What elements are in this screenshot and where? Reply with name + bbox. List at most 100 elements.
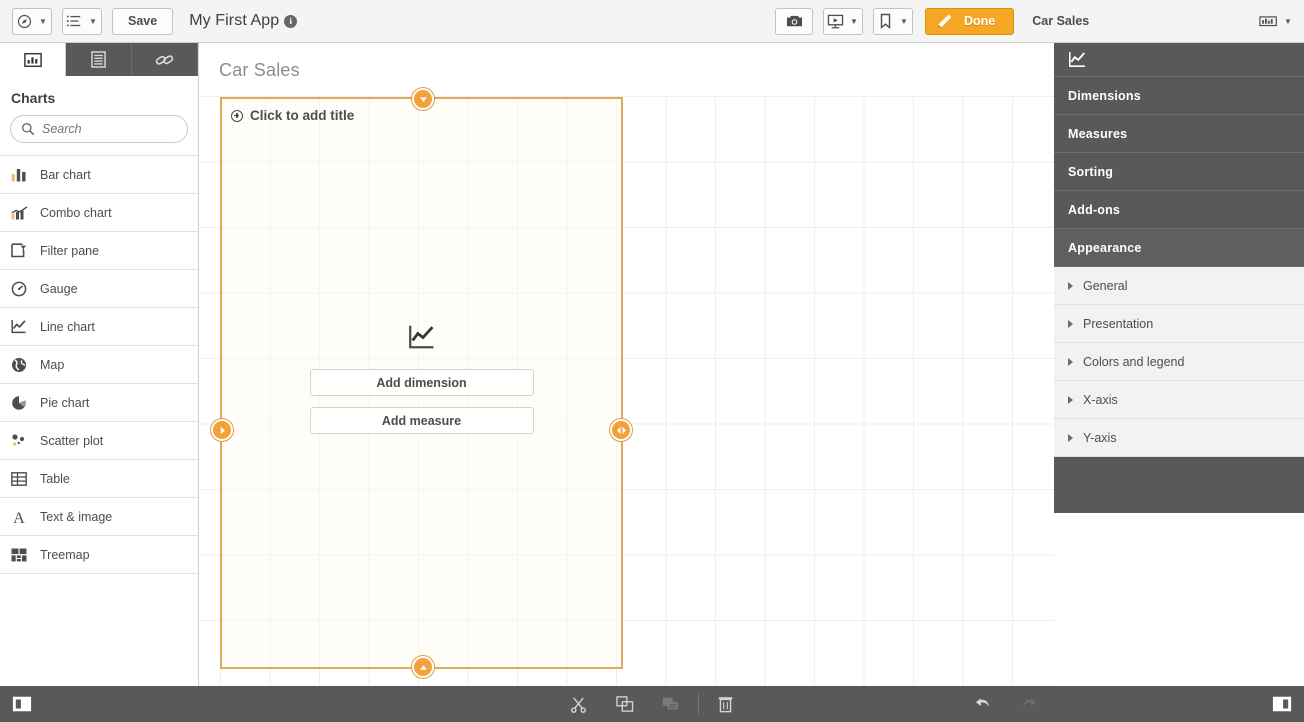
- appearance-item-presentation[interactable]: Presentation: [1054, 305, 1304, 343]
- properties-section-measures[interactable]: Measures: [1054, 115, 1304, 153]
- section-label: Add-ons: [1068, 202, 1121, 217]
- chart-item-map[interactable]: Map: [0, 346, 198, 384]
- chevron-down-icon: ▼: [900, 16, 908, 26]
- line-chart-icon: [408, 324, 436, 350]
- resize-handle-bottom[interactable]: [412, 656, 434, 678]
- app-name: My First App i: [189, 12, 298, 30]
- chart-item-combo-chart[interactable]: Combo chart: [0, 194, 198, 232]
- chart-item-scatter-plot[interactable]: Scatter plot: [0, 422, 198, 460]
- undo-icon[interactable]: [960, 686, 1006, 722]
- chart-item-line-chart[interactable]: Line chart: [0, 308, 198, 346]
- bar-chart-icon: [11, 168, 37, 182]
- section-label: Measures: [1068, 126, 1128, 141]
- chart-item-label: Line chart: [40, 319, 95, 334]
- pencil-icon: [926, 13, 962, 29]
- section-label: Dimensions: [1068, 88, 1141, 103]
- search-box[interactable]: [10, 115, 188, 143]
- resize-handle-top[interactable]: [412, 88, 434, 110]
- resize-handle-right[interactable]: [610, 419, 632, 441]
- appearance-item-label: Presentation: [1083, 316, 1154, 331]
- chart-item-label: Scatter plot: [40, 433, 104, 448]
- properties-panel: Dimensions Measures Sorting Add-ons Appe…: [1054, 43, 1304, 686]
- properties-section-appearance[interactable]: Appearance: [1054, 229, 1304, 267]
- trash-icon[interactable]: [703, 686, 749, 722]
- chevron-down-icon: ▼: [1284, 16, 1292, 26]
- left-panel-toggle-icon[interactable]: [0, 686, 44, 722]
- chart-item-label: Map: [40, 357, 65, 372]
- map-icon: [11, 357, 37, 373]
- appearance-item-x-axis[interactable]: X-axis: [1054, 381, 1304, 419]
- line-chart-icon: [1068, 51, 1087, 68]
- appearance-item-y-axis[interactable]: Y-axis: [1054, 419, 1304, 457]
- chart-item-label: Treemap: [40, 547, 90, 562]
- object-placeholder-body: Add dimension Add measure: [222, 99, 621, 667]
- chart-item-gauge[interactable]: Gauge: [0, 270, 198, 308]
- copy-icon[interactable]: [602, 686, 648, 722]
- camera-icon: [783, 9, 805, 34]
- selections-button[interactable]: ▼: [1258, 9, 1296, 34]
- table-icon: [11, 471, 37, 486]
- snapshot-button[interactable]: [775, 7, 813, 35]
- chart-item-filter-pane[interactable]: Filter pane: [0, 232, 198, 270]
- search-input[interactable]: [42, 122, 172, 136]
- chart-item-label: Table: [40, 471, 70, 486]
- chart-item-text-image[interactable]: A Text & image: [0, 498, 198, 536]
- bookmark-button[interactable]: ▼: [873, 7, 913, 35]
- assets-tabs: [0, 43, 198, 76]
- selections-icon: [1258, 9, 1280, 34]
- master-items-tab[interactable]: [132, 43, 198, 76]
- fields-tab[interactable]: [66, 43, 132, 76]
- cut-icon[interactable]: [556, 686, 602, 722]
- qlik-sense-edit-window: ▼ ▼ Save My First App i ▼ ▼ Done Car Sal…: [0, 0, 1304, 722]
- appearance-item-label: General: [1083, 278, 1128, 293]
- appearance-item-general[interactable]: General: [1054, 267, 1304, 305]
- done-button[interactable]: Done: [925, 7, 1015, 35]
- appearance-item-label: Colors and legend: [1083, 354, 1185, 369]
- right-panel-toggle-icon[interactable]: [1260, 686, 1304, 722]
- svg-text:A: A: [13, 510, 25, 525]
- add-measure-label: Add measure: [381, 413, 462, 428]
- chevron-down-icon: ▼: [39, 16, 47, 26]
- scatter-plot-icon: [11, 433, 37, 448]
- filter-pane-icon: [11, 243, 37, 258]
- assets-panel: Charts Bar chart Combo chart: [0, 43, 199, 686]
- add-dimension-button[interactable]: Add dimension: [309, 369, 534, 396]
- appearance-item-colors-and-legend[interactable]: Colors and legend: [1054, 343, 1304, 381]
- info-icon[interactable]: i: [284, 15, 298, 28]
- sheet-list-icon: [63, 9, 85, 34]
- properties-section-dimensions[interactable]: Dimensions: [1054, 77, 1304, 115]
- chart-item-label: Bar chart: [40, 167, 91, 182]
- storytelling-button[interactable]: ▼: [823, 7, 863, 35]
- navigation-menu-button[interactable]: ▼: [12, 7, 52, 35]
- bottom-actions: [44, 686, 1260, 722]
- chart-object-placeholder[interactable]: Click to add title Add dimension Add mea…: [211, 88, 632, 678]
- chevron-right-icon: [1068, 281, 1073, 290]
- chart-item-label: Filter pane: [40, 243, 100, 258]
- appearance-item-label: X-axis: [1083, 392, 1118, 407]
- sheet-canvas[interactable]: Car Sales Click to add title Add dimensi…: [200, 43, 1054, 686]
- save-button[interactable]: Save: [112, 7, 174, 35]
- chart-item-treemap[interactable]: Treemap: [0, 536, 198, 574]
- app-name-label: My First App: [189, 12, 280, 29]
- add-measure-button[interactable]: Add measure: [309, 407, 534, 434]
- chart-item-pie-chart[interactable]: Pie chart: [0, 384, 198, 422]
- resize-handle-left[interactable]: [211, 419, 233, 441]
- paste-icon[interactable]: [648, 686, 694, 722]
- sheet-list-button[interactable]: ▼: [62, 7, 102, 35]
- text-image-icon: A: [11, 509, 37, 525]
- chevron-right-icon: [1068, 319, 1073, 328]
- panel-title: Charts: [11, 90, 56, 106]
- properties-section-sorting[interactable]: Sorting: [1054, 153, 1304, 191]
- chart-item-bar-chart[interactable]: Bar chart: [0, 156, 198, 194]
- navigation-compass-icon: [13, 9, 35, 34]
- charts-tab[interactable]: [0, 43, 66, 76]
- chevron-right-icon: [1068, 395, 1073, 404]
- chart-item-label: Gauge: [40, 281, 78, 296]
- add-dimension-label: Add dimension: [376, 375, 467, 390]
- search-icon: [21, 122, 35, 136]
- presentation-icon: [824, 9, 846, 34]
- properties-section-addons[interactable]: Add-ons: [1054, 191, 1304, 229]
- chart-item-label: Text & image: [40, 509, 113, 524]
- chart-item-table[interactable]: Table: [0, 460, 198, 498]
- pie-chart-icon: [11, 395, 37, 411]
